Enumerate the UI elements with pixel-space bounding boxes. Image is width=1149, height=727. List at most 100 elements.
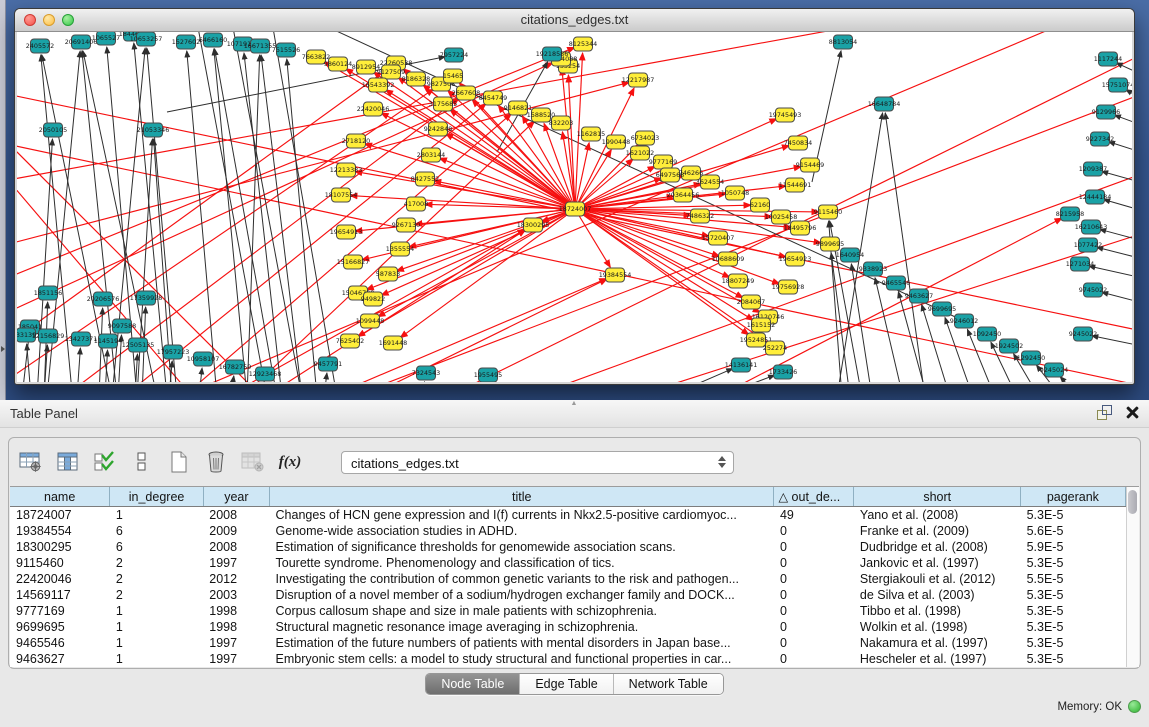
graph-node[interactable]: 18107554 bbox=[325, 188, 358, 202]
table-cell[interactable]: Disruption of a novel member of a sodium… bbox=[270, 587, 774, 603]
table-row[interactable]: 969969511998Structural magnetic resonanc… bbox=[10, 619, 1125, 635]
tab-network-table[interactable]: Network Table bbox=[614, 674, 723, 694]
table-cell[interactable]: 1 bbox=[110, 619, 203, 635]
table-cell[interactable]: Franke et al. (2009) bbox=[854, 523, 1021, 539]
table-cell[interactable]: Corpus callosum shape and size in male p… bbox=[270, 603, 774, 619]
graph-node[interactable]: 16210643 bbox=[1075, 220, 1108, 234]
table-cell[interactable]: 0 bbox=[774, 587, 854, 603]
table-select-combobox[interactable]: citations_edges.txt bbox=[341, 451, 734, 474]
table-cell[interactable]: Investigating the contribution of common… bbox=[270, 571, 774, 587]
table-cell[interactable]: 22420046 bbox=[10, 571, 110, 587]
graph-node[interactable]: 9463627 bbox=[905, 289, 933, 303]
table-cell[interactable]: 0 bbox=[774, 555, 854, 571]
graph-node[interactable]: 6466160 bbox=[199, 33, 227, 47]
graph-node[interactable]: 19654913 bbox=[330, 225, 363, 239]
column-header-in_degree[interactable]: in_degree bbox=[110, 487, 203, 507]
table-cell[interactable]: 19384554 bbox=[10, 523, 110, 539]
graph-node[interactable]: 2718120 bbox=[342, 134, 370, 148]
table-cell[interactable]: 2 bbox=[110, 571, 203, 587]
table-cell[interactable]: 6 bbox=[110, 539, 203, 555]
table-cell[interactable]: 14569117 bbox=[10, 587, 110, 603]
table-cell[interactable]: 5.9E-5 bbox=[1021, 539, 1126, 555]
graph-node[interactable]: 9154469 bbox=[796, 158, 824, 172]
graph-node[interactable]: 1355554 bbox=[386, 242, 414, 256]
graph-node[interactable]: 1271034 bbox=[1066, 257, 1094, 271]
table-cell[interactable]: 1997 bbox=[203, 555, 269, 571]
table-cell[interactable]: 5.3E-5 bbox=[1021, 507, 1126, 524]
table-cell[interactable]: 0 bbox=[774, 651, 854, 667]
table-row[interactable]: 2242004622012Investigating the contribut… bbox=[10, 571, 1125, 587]
graph-node[interactable]: 7450834 bbox=[784, 136, 812, 150]
graph-node[interactable]: 9267130 bbox=[392, 218, 420, 232]
graph-node[interactable]: 1955495 bbox=[474, 368, 502, 382]
graph-node[interactable]: 587833 bbox=[376, 267, 400, 281]
table-cell[interactable]: 5.3E-5 bbox=[1021, 635, 1126, 651]
table-panel-header[interactable]: ▲ Table Panel bbox=[0, 400, 1149, 428]
table-vertical-scrollbar[interactable] bbox=[1126, 487, 1139, 667]
graph-node[interactable]: 252274 bbox=[763, 341, 787, 355]
tab-edge-table[interactable]: Edge Table bbox=[520, 674, 613, 694]
panel-expand-arrow-icon[interactable] bbox=[1, 346, 5, 352]
splitter-grip-icon[interactable]: ▲ bbox=[567, 401, 581, 407]
table-cell[interactable]: 9463627 bbox=[10, 651, 110, 667]
graph-node[interactable]: 1691448 bbox=[379, 336, 407, 350]
table-cell[interactable]: de Silva et al. (2003) bbox=[854, 587, 1021, 603]
table-cell[interactable]: 0 bbox=[774, 635, 854, 651]
delete-table-icon[interactable] bbox=[202, 448, 230, 476]
graph-node[interactable]: 7324543 bbox=[412, 366, 440, 380]
tab-node-table[interactable]: Node Table bbox=[426, 674, 520, 694]
graph-node[interactable]: 9699695 bbox=[928, 302, 956, 316]
table-cell[interactable]: 6 bbox=[110, 523, 203, 539]
table-cell[interactable]: Changes of HCN gene expression and I(f) … bbox=[270, 507, 774, 524]
network-window[interactable]: citations_edges.txt 18300295193845547663… bbox=[14, 8, 1135, 385]
graph-node[interactable]: 9745022 bbox=[1079, 283, 1107, 297]
table-cell[interactable]: Tourette syndrome. Phenomenology and cla… bbox=[270, 555, 774, 571]
table-cell[interactable]: 1997 bbox=[203, 635, 269, 651]
table-cell[interactable]: 1997 bbox=[203, 651, 269, 667]
graph-node[interactable]: 1050748 bbox=[721, 186, 749, 200]
graph-node[interactable]: 1527602 bbox=[172, 35, 200, 49]
table-cell[interactable]: 1998 bbox=[203, 619, 269, 635]
table-cell[interactable]: 1998 bbox=[203, 603, 269, 619]
table-row[interactable]: 977716911998Corpus callosum shape and si… bbox=[10, 603, 1125, 619]
graph-node[interactable]: 9129966 bbox=[1092, 105, 1120, 119]
table-cell[interactable]: 2003 bbox=[203, 587, 269, 603]
graph-node[interactable]: 9097588 bbox=[108, 319, 136, 333]
table-cell[interactable]: 1 bbox=[110, 635, 203, 651]
table-cell[interactable]: Wolkin et al. (1998) bbox=[854, 619, 1021, 635]
new-table-icon[interactable] bbox=[165, 448, 193, 476]
table-cell[interactable]: 2 bbox=[110, 555, 203, 571]
table-row[interactable]: 946554611997Estimation of the future num… bbox=[10, 635, 1125, 651]
column-header-year[interactable]: year bbox=[203, 487, 269, 507]
graph-node[interactable]: 7957224 bbox=[440, 48, 468, 62]
graph-node[interactable]: 15166827 bbox=[337, 255, 370, 269]
table-cell[interactable]: 9115460 bbox=[10, 555, 110, 571]
graph-node[interactable]: 6734023 bbox=[631, 131, 659, 145]
table-row[interactable]: 1872400712008Changes of HCN gene express… bbox=[10, 507, 1125, 524]
graph-node[interactable]: 16648784 bbox=[868, 97, 901, 111]
scrollbar-thumb[interactable] bbox=[1128, 490, 1137, 514]
window-titlebar[interactable]: citations_edges.txt bbox=[15, 9, 1134, 32]
table-cell[interactable]: Yano et al. (2008) bbox=[854, 507, 1021, 524]
table-cell[interactable]: 9699695 bbox=[10, 619, 110, 635]
column-visibility-icon[interactable] bbox=[54, 448, 82, 476]
table-cell[interactable]: 0 bbox=[774, 619, 854, 635]
table-cell[interactable]: Estimation of significance thresholds fo… bbox=[270, 539, 774, 555]
table-row[interactable]: 911546021997Tourette syndrome. Phenomeno… bbox=[10, 555, 1125, 571]
graph-node[interactable]: 1077422 bbox=[1074, 238, 1102, 252]
table-cell[interactable]: 9465546 bbox=[10, 635, 110, 651]
table-cell[interactable]: 9777169 bbox=[10, 603, 110, 619]
graph-node[interactable]: 62160 bbox=[750, 198, 770, 212]
graph-node[interactable]: 20206576 bbox=[87, 292, 120, 306]
table-cell[interactable]: 1 bbox=[110, 651, 203, 667]
column-header-title[interactable]: title bbox=[270, 487, 774, 507]
graph-node[interactable]: 2405572 bbox=[26, 39, 54, 53]
function-builder-icon[interactable]: f(x) bbox=[276, 448, 304, 476]
graph-node[interactable]: 9227342 bbox=[1086, 132, 1114, 146]
table-cell[interactable]: 2008 bbox=[203, 507, 269, 524]
graph-node[interactable]: 2803144 bbox=[417, 148, 445, 162]
table-row[interactable]: 1830029562008Estimation of significance … bbox=[10, 539, 1125, 555]
table-cell[interactable]: 0 bbox=[774, 523, 854, 539]
table-cell[interactable]: 5.3E-5 bbox=[1021, 619, 1126, 635]
table-cell[interactable]: 2 bbox=[110, 587, 203, 603]
